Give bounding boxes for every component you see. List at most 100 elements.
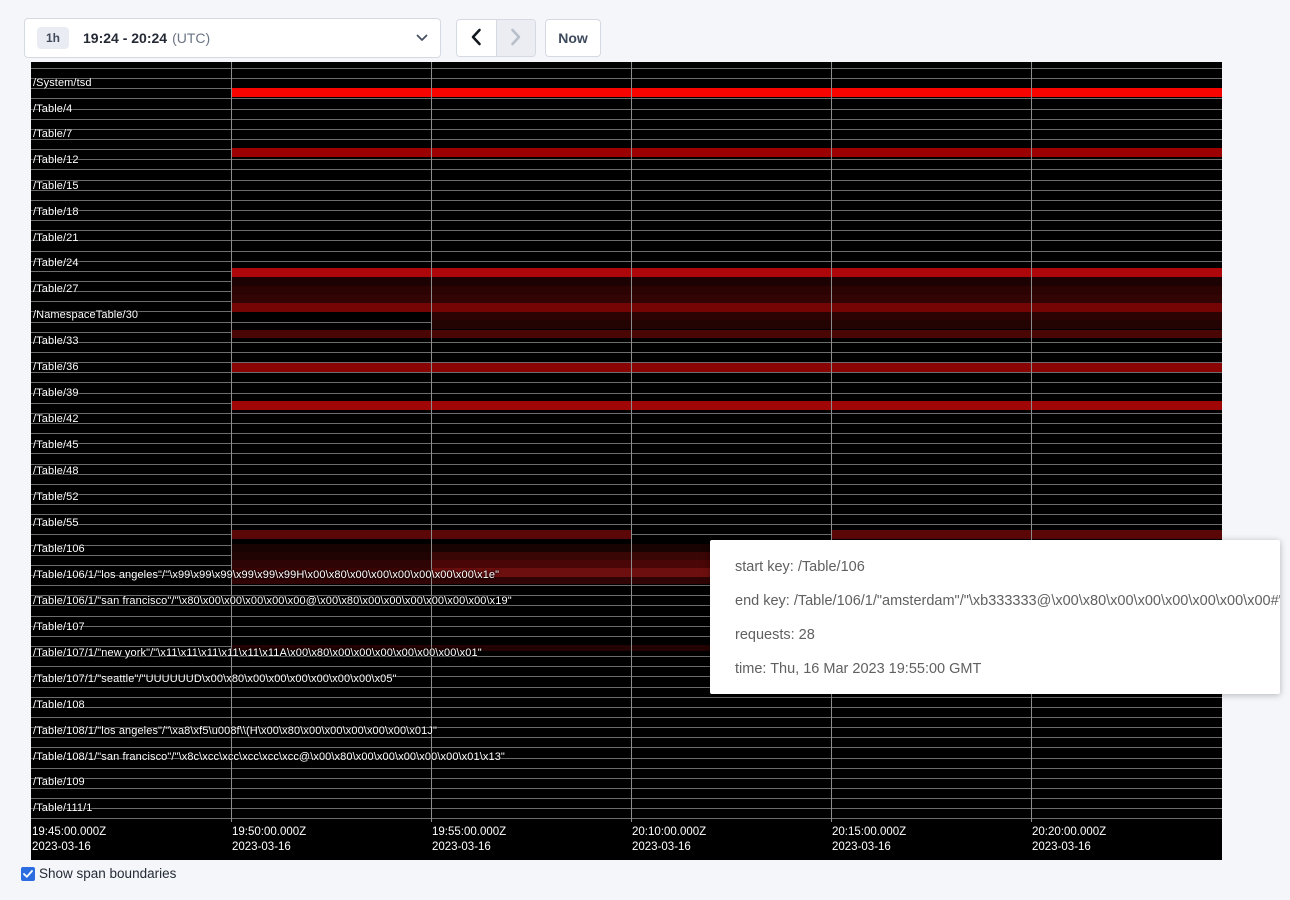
row-label: /Table/108/1/"los angeles"/"\xa8\xf5\u00… xyxy=(33,725,437,737)
span-boundary-line xyxy=(31,474,1222,475)
span-boundary-line xyxy=(31,98,1222,99)
checkbox-label: Show span boundaries xyxy=(39,866,176,881)
row-label: /Table/27 xyxy=(33,283,79,295)
heat-band xyxy=(231,363,1222,372)
span-boundary-line xyxy=(31,818,1222,819)
span-boundary-line xyxy=(31,352,1222,353)
span-boundary-line xyxy=(31,737,1222,738)
span-boundary-line xyxy=(31,504,1222,505)
duration-badge: 1h xyxy=(37,27,69,49)
row-label: /System/tsd xyxy=(33,77,92,89)
span-boundary-line xyxy=(31,494,1222,495)
row-label: /Table/109 xyxy=(33,776,85,788)
chevron-left-icon xyxy=(470,28,482,49)
row-label: /Table/45 xyxy=(33,439,79,451)
span-boundary-line xyxy=(31,68,1222,69)
heatmap-plot-area[interactable]: /System/tsd/Table/4/Table/7/Table/12/Tab… xyxy=(31,62,1222,822)
span-boundary-line xyxy=(31,453,1222,454)
span-boundary-line xyxy=(31,251,1222,252)
span-boundary-line xyxy=(31,768,1222,769)
row-label: /Table/108/1/"san francisco"/"\x8c\xcc\x… xyxy=(33,751,505,763)
heat-band xyxy=(231,552,431,560)
row-label: /Table/33 xyxy=(33,335,79,347)
time-nav-group xyxy=(456,19,536,57)
tooltip-requests: requests: 28 xyxy=(735,618,1280,652)
row-label: /Table/52 xyxy=(33,491,79,503)
time-gridline xyxy=(231,62,232,822)
heat-band xyxy=(431,312,1222,320)
row-label: /Table/15 xyxy=(33,180,79,192)
span-boundary-line xyxy=(31,393,1222,394)
row-label: /Table/111/1 xyxy=(33,802,93,814)
span-boundary-line xyxy=(31,119,1222,120)
time-range-select[interactable]: 1h 19:24 - 20:24 (UTC) xyxy=(24,18,441,58)
span-boundary-line xyxy=(31,139,1222,140)
row-label: /Table/106 xyxy=(33,543,85,555)
tooltip-start-key: start key: /Table/106 xyxy=(735,550,1280,584)
span-boundary-line xyxy=(31,798,1222,799)
row-label: /Table/108 xyxy=(33,699,85,711)
row-label: /Table/24 xyxy=(33,257,79,269)
tooltip-end-key: end key: /Table/106/1/"amsterdam"/"\xb33… xyxy=(735,584,1280,618)
heat-band xyxy=(231,286,1222,295)
span-boundary-line xyxy=(31,261,1222,262)
row-label: /Table/12 xyxy=(33,154,79,166)
span-boundary-line xyxy=(31,433,1222,434)
axis-tick: 19:45:00.000Z2023-03-16 xyxy=(32,825,106,855)
heat-band xyxy=(231,277,1222,286)
span-boundary-line xyxy=(31,382,1222,383)
heat-band xyxy=(231,401,1222,410)
time-range-label: 19:24 - 20:24 xyxy=(83,30,167,46)
span-boundary-line xyxy=(31,707,1222,708)
span-boundary-line xyxy=(31,78,1222,79)
span-boundary-line xyxy=(31,788,1222,789)
heat-band xyxy=(431,320,1222,329)
axis-tick: 20:20:00.000Z2023-03-16 xyxy=(1032,825,1106,855)
heat-band xyxy=(231,148,1222,157)
row-label: /Table/107/1/"seattle"/"UUUUUUD\x00\x80\… xyxy=(33,673,397,685)
next-interval-button[interactable] xyxy=(496,20,535,56)
row-label: /Table/106/1/"san francisco"/"\x80\x00\x… xyxy=(33,595,512,607)
span-boundary-line xyxy=(31,190,1222,191)
span-boundary-line xyxy=(31,717,1222,718)
span-boundary-line xyxy=(31,129,1222,130)
span-boundary-line xyxy=(31,200,1222,201)
row-label: /Table/42 xyxy=(33,413,79,425)
span-boundary-line xyxy=(31,210,1222,211)
row-label: /Table/18 xyxy=(33,206,79,218)
span-boundary-line xyxy=(31,484,1222,485)
row-label: /Table/4 xyxy=(33,103,72,115)
now-button[interactable]: Now xyxy=(545,19,601,57)
span-boundary-line xyxy=(31,524,1222,525)
row-label: /Table/21 xyxy=(33,232,79,244)
toolbar: 1h 19:24 - 20:24 (UTC) Now xyxy=(0,0,1290,62)
row-label: /NamespaceTable/30 xyxy=(33,309,138,321)
checkbox-check-icon xyxy=(21,867,35,881)
span-boundary-line xyxy=(31,109,1222,110)
chevron-right-icon xyxy=(510,28,522,49)
show-span-boundaries-checkbox[interactable]: Show span boundaries xyxy=(21,866,176,881)
time-gridline xyxy=(631,62,632,822)
span-boundary-line xyxy=(31,180,1222,181)
span-boundary-line xyxy=(31,372,1222,373)
timezone-label: (UTC) xyxy=(172,30,210,46)
heat-band xyxy=(231,88,1222,97)
heat-band xyxy=(231,268,1222,277)
key-visualizer-heatmap[interactable]: /System/tsd/Table/4/Table/7/Table/12/Tab… xyxy=(31,62,1222,860)
axis-tick: 19:50:00.000Z2023-03-16 xyxy=(232,825,306,855)
span-boundary-line xyxy=(31,423,1222,424)
axis-tick: 19:55:00.000Z2023-03-16 xyxy=(432,825,506,855)
span-boundary-line xyxy=(31,808,1222,809)
span-boundary-line xyxy=(31,747,1222,748)
heat-band xyxy=(231,303,1222,312)
span-boundary-line xyxy=(31,697,1222,698)
row-label: /Table/106/1/"los angeles"/"\x99\x99\x99… xyxy=(33,569,499,581)
row-label: /Table/7 xyxy=(33,128,72,140)
prev-interval-button[interactable] xyxy=(457,20,496,56)
axis-tick: 20:10:00.000Z2023-03-16 xyxy=(632,825,706,855)
span-boundary-line xyxy=(31,443,1222,444)
span-boundary-line xyxy=(31,514,1222,515)
row-label: /Table/48 xyxy=(33,465,79,477)
time-gridline xyxy=(431,62,432,822)
span-boundary-line xyxy=(31,342,1222,343)
